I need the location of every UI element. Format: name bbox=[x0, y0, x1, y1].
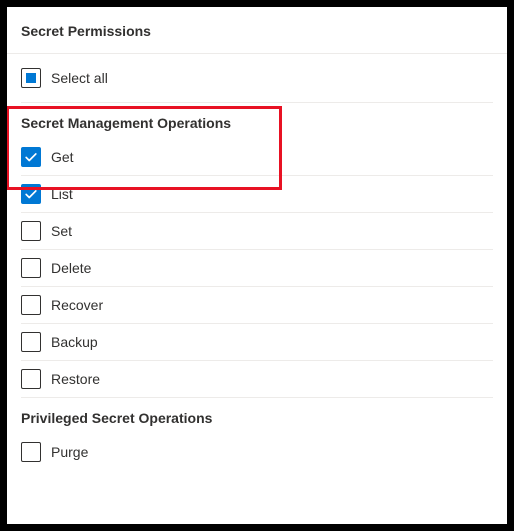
option-label: Purge bbox=[51, 444, 88, 460]
checkbox-backup[interactable] bbox=[21, 332, 41, 352]
checkbox-get[interactable] bbox=[21, 147, 41, 167]
option-label: Recover bbox=[51, 297, 103, 313]
checkbox-recover[interactable] bbox=[21, 295, 41, 315]
option-row-delete: Delete bbox=[21, 250, 493, 287]
option-row-recover: Recover bbox=[21, 287, 493, 324]
option-row-restore: Restore bbox=[21, 361, 493, 398]
section-title-privileged: Privileged Secret Operations bbox=[21, 398, 493, 434]
option-label: Backup bbox=[51, 334, 98, 350]
checkbox-purge[interactable] bbox=[21, 442, 41, 462]
option-row-backup: Backup bbox=[21, 324, 493, 361]
option-row-set: Set bbox=[21, 213, 493, 250]
checkbox-set[interactable] bbox=[21, 221, 41, 241]
select-all-checkbox[interactable] bbox=[21, 68, 41, 88]
select-all-label: Select all bbox=[51, 70, 108, 86]
option-label: Set bbox=[51, 223, 72, 239]
checkbox-restore[interactable] bbox=[21, 369, 41, 389]
option-label: Delete bbox=[51, 260, 91, 276]
option-row-purge: Purge bbox=[21, 434, 493, 470]
option-label: Get bbox=[51, 149, 74, 165]
indeterminate-icon bbox=[26, 73, 36, 83]
option-row-list: List bbox=[21, 176, 493, 213]
option-label: Restore bbox=[51, 371, 100, 387]
checkbox-list[interactable] bbox=[21, 184, 41, 204]
permissions-panel: Secret Permissions Select all Secret Man… bbox=[7, 7, 507, 524]
option-row-get: Get bbox=[21, 139, 493, 176]
section-title-management: Secret Management Operations bbox=[21, 103, 493, 139]
check-icon bbox=[24, 150, 38, 164]
option-label: List bbox=[51, 186, 73, 202]
page-title: Secret Permissions bbox=[7, 7, 507, 54]
check-icon bbox=[24, 187, 38, 201]
checkbox-delete[interactable] bbox=[21, 258, 41, 278]
